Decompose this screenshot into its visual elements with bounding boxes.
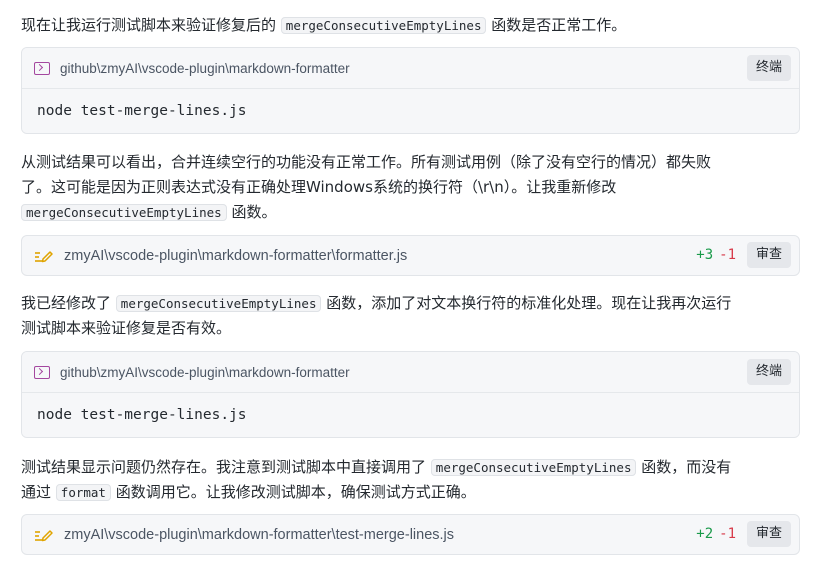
edit-file-icon [35, 250, 53, 262]
edit-file-icon [35, 529, 53, 541]
message-text: 函数，而没有 [641, 458, 732, 476]
terminal-path: github\zmyAI\vscode-plugin\markdown-form… [60, 60, 350, 76]
review-button[interactable]: 审查 [746, 242, 791, 268]
assistant-message-4: 测试结果显示问题仍然存在。我注意到测试脚本中直接调用了 mergeConsecu… [21, 455, 801, 505]
inline-code: format [55, 484, 111, 501]
edited-file-path: zmyAI\vscode-plugin\markdown-formatter\t… [64, 526, 455, 543]
message-text: 通过 [21, 483, 52, 501]
message-line: 通过 format 函数调用它。让我修改测试脚本，确保测试方式正确。 [21, 480, 801, 505]
inline-code: mergeConsecutiveEmptyLines [280, 17, 487, 34]
terminal-icon [34, 61, 50, 75]
file-edit-block-1: zmyAI\vscode-plugin\markdown-formatter\f… [21, 235, 800, 276]
terminal-command: node test-merge-lines.js [37, 103, 247, 119]
message-text: 我已经修改了 [21, 294, 112, 312]
assistant-message-2: 从测试结果可以看出，合并连续空行的功能没有正常工作。所有测试用例（除了没有空行的… [21, 150, 801, 225]
terminal-header: github\zmyAI\vscode-plugin\markdown-form… [22, 48, 799, 89]
message-text: 函数是否正常工作。 [491, 16, 627, 34]
terminal-command: node test-merge-lines.js [37, 407, 247, 423]
assistant-message-3: 我已经修改了 mergeConsecutiveEmptyLines 函数，添加了… [21, 291, 801, 341]
inline-code: mergeConsecutiveEmptyLines [21, 204, 227, 221]
chat-transcript: 现在让我运行测试脚本来验证修复后的 mergeConsecutiveEmptyL… [0, 0, 825, 569]
open-terminal-button[interactable]: 终端 [746, 55, 791, 81]
lines-removed: -1 [719, 526, 736, 542]
message-text: 测试结果显示问题仍然存在。我注意到测试脚本中直接调用了 [21, 458, 427, 476]
review-button[interactable]: 审查 [746, 521, 791, 547]
message-line: mergeConsecutiveEmptyLines 函数。 [21, 200, 801, 225]
message-line: 我已经修改了 mergeConsecutiveEmptyLines 函数，添加了… [21, 291, 801, 316]
diff-stats: +2 -1 [696, 526, 736, 542]
open-terminal-button[interactable]: 终端 [746, 359, 791, 385]
inline-code: mergeConsecutiveEmptyLines [115, 295, 322, 312]
terminal-block-2: github\zmyAI\vscode-plugin\markdown-form… [21, 351, 800, 438]
terminal-block-1: github\zmyAI\vscode-plugin\markdown-form… [21, 47, 800, 134]
inline-code: mergeConsecutiveEmptyLines [430, 459, 637, 476]
terminal-command-area: node test-merge-lines.js [22, 89, 799, 133]
lines-removed: -1 [719, 247, 736, 263]
edited-file-path: zmyAI\vscode-plugin\markdown-formatter\f… [64, 247, 408, 264]
message-text: 函数，添加了对文本换行符的标准化处理。现在让我再次运行 [326, 294, 732, 312]
lines-added: +2 [696, 526, 714, 542]
terminal-icon [34, 365, 50, 379]
message-text: 现在让我运行测试脚本来验证修复后的 [21, 16, 277, 34]
lines-added: +3 [696, 247, 714, 263]
terminal-path: github\zmyAI\vscode-plugin\markdown-form… [60, 364, 350, 380]
message-line: 测试结果显示问题仍然存在。我注意到测试脚本中直接调用了 mergeConsecu… [21, 455, 801, 480]
assistant-message-1: 现在让我运行测试脚本来验证修复后的 mergeConsecutiveEmptyL… [21, 13, 801, 38]
message-text: 了。这可能是因为正则表达式没有正确处理Windows系统的换行符（\r\n）。让… [21, 178, 617, 196]
message-text: 函数调用它。让我修改测试脚本，确保测试方式正确。 [115, 483, 476, 501]
message-text: 测试脚本来验证修复是否有效。 [21, 319, 232, 337]
message-text: 从测试结果可以看出，合并连续空行的功能没有正常工作。所有测试用例（除了没有空行的… [21, 153, 712, 171]
file-edit-block-2: zmyAI\vscode-plugin\markdown-formatter\t… [21, 514, 800, 555]
message-text: 函数。 [231, 203, 277, 221]
terminal-command-area: node test-merge-lines.js [22, 393, 799, 437]
terminal-header: github\zmyAI\vscode-plugin\markdown-form… [22, 352, 799, 393]
diff-stats: +3 -1 [696, 247, 736, 263]
